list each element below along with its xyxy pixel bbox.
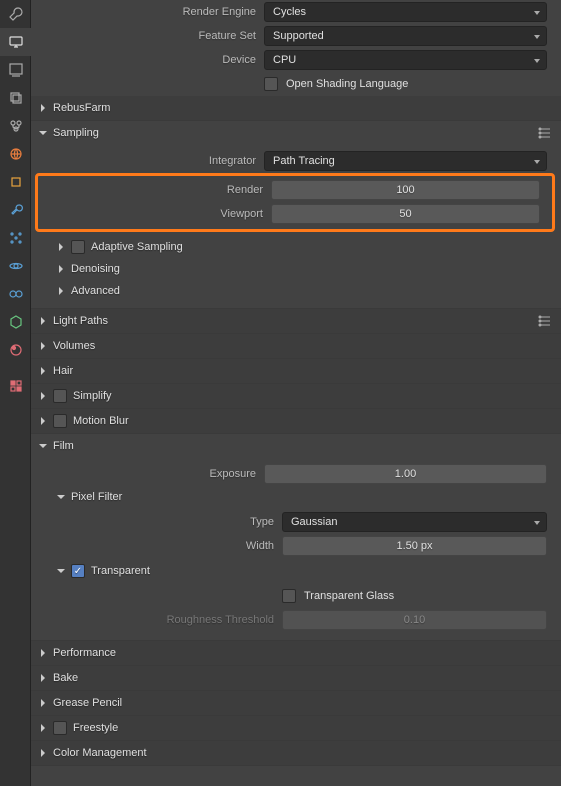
tab-scene[interactable] [0,112,31,140]
preset-icon[interactable] [535,311,555,331]
chevron-right-icon [37,722,49,734]
integrator-label: Integrator [39,155,264,167]
chevron-right-icon [37,647,49,659]
panel-freestyle[interactable]: Freestyle [31,716,561,740]
panel-hair[interactable]: Hair [31,359,561,383]
simplify-checkbox[interactable] [53,389,67,403]
panel-grease-pencil[interactable]: Grease Pencil [31,691,561,715]
panel-film[interactable]: Film [31,434,561,458]
chevron-right-icon [37,672,49,684]
feature-set-select[interactable]: Supported [264,26,547,46]
render-samples-label: Render [46,184,271,196]
chevron-right-icon [55,285,67,297]
render-samples-input[interactable]: 100 [271,180,540,200]
panel-pixel-filter[interactable]: Pixel Filter [49,486,561,508]
panel-light-paths[interactable]: Light Paths [31,309,561,333]
chevron-right-icon [37,102,49,114]
chevron-right-icon [37,340,49,352]
panel-advanced[interactable]: Advanced [49,280,561,302]
panel-volumes[interactable]: Volumes [31,334,561,358]
tab-modifier[interactable] [0,196,31,224]
tab-constraint[interactable] [0,280,31,308]
tab-texture[interactable] [0,372,31,400]
samples-highlight: Render 100 Viewport 50 [35,173,555,232]
roughness-threshold-input[interactable]: 0.10 [282,610,547,630]
device-select[interactable]: CPU [264,50,547,70]
chevron-down-icon [37,440,49,452]
tab-data[interactable] [0,308,31,336]
chevron-down-icon [55,491,67,503]
motion-blur-checkbox[interactable] [53,414,67,428]
chevron-right-icon [37,415,49,427]
chevron-right-icon [37,365,49,377]
chevron-right-icon [37,390,49,402]
exposure-label: Exposure [39,468,264,480]
properties-panel: Render Engine Cycles Feature Set Support… [31,0,561,786]
properties-tabs [0,0,31,786]
chevron-down-icon [37,127,49,139]
viewport-samples-input[interactable]: 50 [271,204,540,224]
viewport-samples-label: Viewport [46,208,271,220]
chevron-right-icon [55,263,67,275]
filter-type-select[interactable]: Gaussian [282,512,547,532]
filter-width-input[interactable]: 1.50 px [282,536,547,556]
freestyle-checkbox[interactable] [53,721,67,735]
panel-simplify[interactable]: Simplify [31,384,561,408]
preset-icon[interactable] [535,123,555,143]
transparent-checkbox[interactable] [71,564,85,578]
render-engine-select[interactable]: Cycles [264,2,547,22]
panel-adaptive-sampling[interactable]: Adaptive Sampling [49,236,561,258]
tab-output[interactable] [0,56,31,84]
tab-tool[interactable] [0,0,31,28]
tab-physics[interactable] [0,252,31,280]
tab-render[interactable] [0,28,31,56]
filter-type-label: Type [57,516,282,528]
panel-sampling[interactable]: Sampling [31,121,561,145]
osl-checkbox[interactable] [264,77,278,91]
feature-set-label: Feature Set [39,30,264,42]
tab-object[interactable] [0,168,31,196]
tab-particle[interactable] [0,224,31,252]
chevron-down-icon [55,565,67,577]
osl-label: Open Shading Language [286,78,408,90]
panel-color-management[interactable]: Color Management [31,741,561,765]
tab-material[interactable] [0,336,31,364]
exposure-input[interactable]: 1.00 [264,464,547,484]
tab-world[interactable] [0,140,31,168]
chevron-right-icon [37,315,49,327]
render-engine-label: Render Engine [39,6,264,18]
transparent-glass-label: Transparent Glass [304,590,394,602]
panel-motion-blur[interactable]: Motion Blur [31,409,561,433]
chevron-right-icon [37,697,49,709]
transparent-glass-checkbox[interactable] [282,589,296,603]
panel-denoising[interactable]: Denoising [49,258,561,280]
tab-view-layer[interactable] [0,84,31,112]
roughness-threshold-label: Roughness Threshold [57,614,282,626]
device-label: Device [39,54,264,66]
panel-performance[interactable]: Performance [31,641,561,665]
panel-bake[interactable]: Bake [31,666,561,690]
panel-rebusfarm[interactable]: RebusFarm [31,96,561,120]
integrator-select[interactable]: Path Tracing [264,151,547,171]
chevron-right-icon [55,241,67,253]
filter-width-label: Width [57,540,282,552]
chevron-right-icon [37,747,49,759]
adaptive-sampling-checkbox[interactable] [71,240,85,254]
panel-transparent[interactable]: Transparent [49,560,561,582]
